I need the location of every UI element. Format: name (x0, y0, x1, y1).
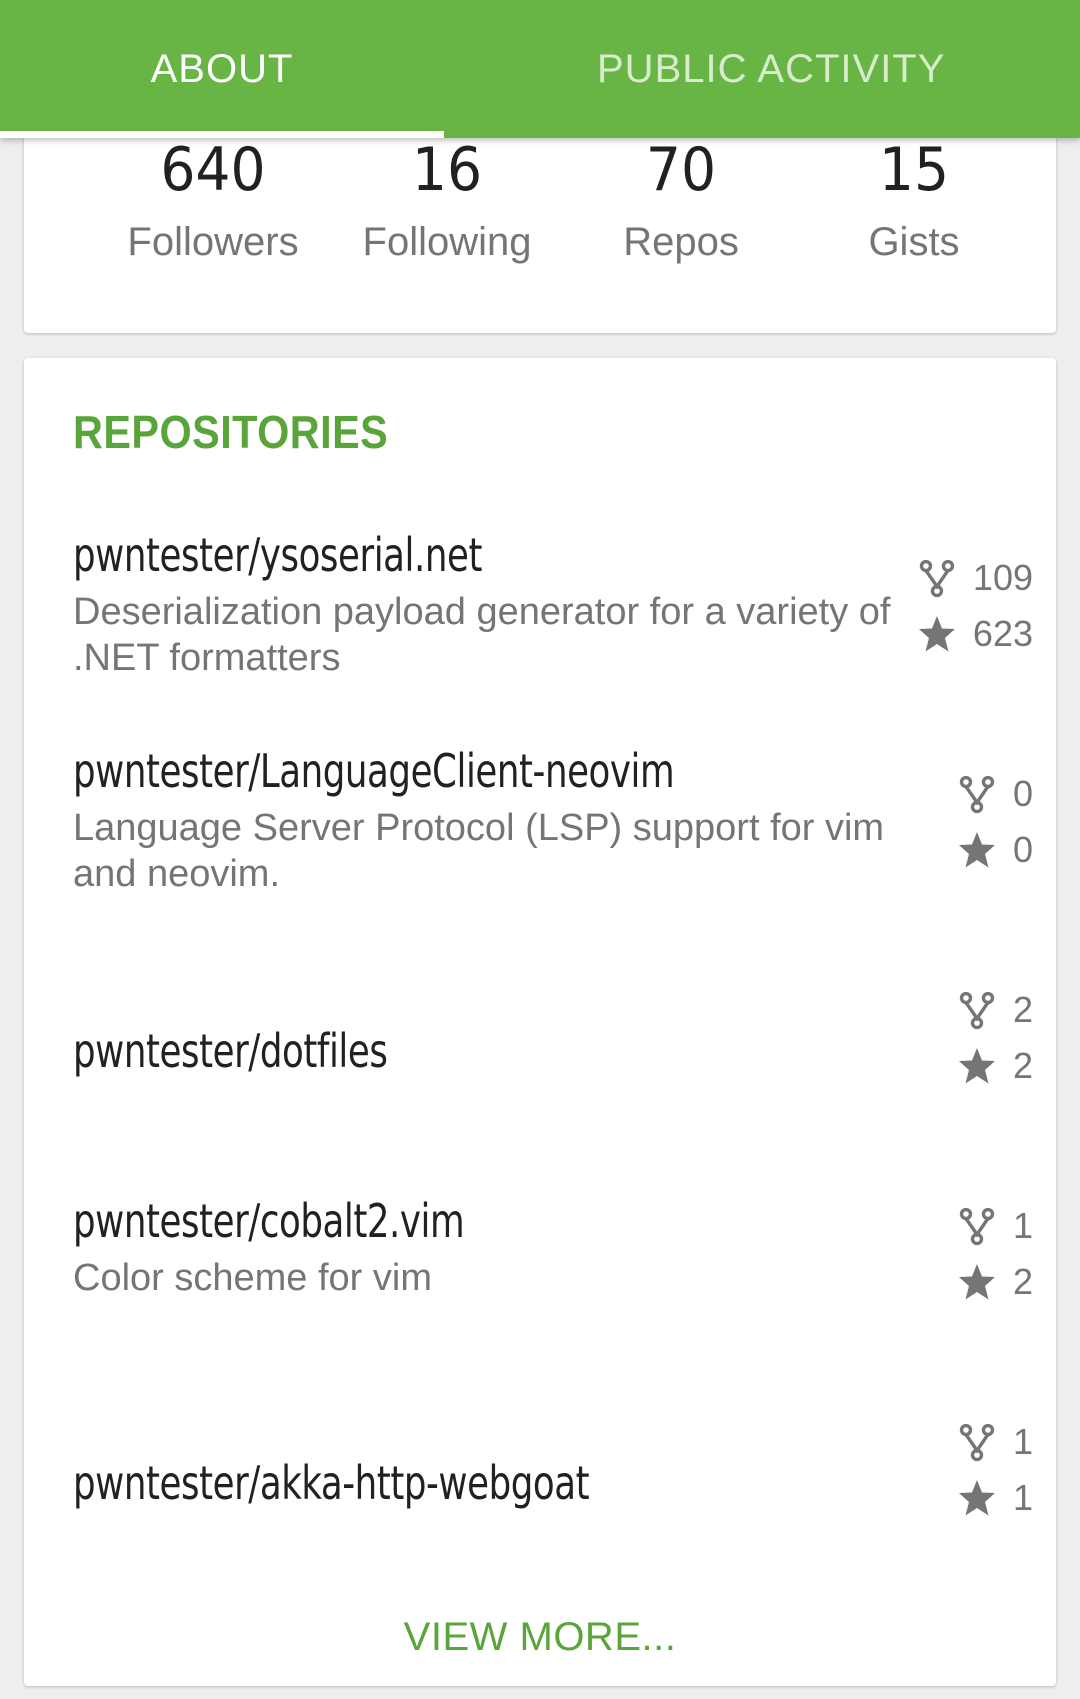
repositories-title: REPOSITORIES (73, 406, 389, 458)
fork-icon (959, 991, 995, 1030)
tab-about[interactable]: ABOUT (0, 0, 444, 138)
tab-bar: ABOUT PUBLIC ACTIVITY (0, 0, 1080, 138)
repo-stars-count: 0 (1012, 829, 1033, 870)
repo-stats: 1 1 (957, 1414, 1033, 1526)
repo-forks: 1 (957, 1198, 1033, 1254)
repo-description: Language Server Protocol (LSP) support f… (73, 806, 885, 895)
repo-description: Deserialization payload generator for a … (73, 590, 891, 679)
repo-forks-count: 0 (1012, 773, 1033, 814)
tab-public-activity-label: PUBLIC ACTIVITY (597, 46, 946, 91)
tab-active-indicator (0, 131, 444, 138)
repo-stars-count: 623 (972, 613, 1033, 654)
repo-name: pwntester/akka-http-webgoat (73, 1456, 590, 1510)
stat-following[interactable]: 16 Following (327, 140, 567, 262)
stat-gists-value: 15 (878, 135, 950, 205)
repo-forks: 1 (957, 1414, 1033, 1470)
repo-item[interactable]: pwntester/dotfiles 2 2 (73, 962, 1033, 1162)
repo-item[interactable]: pwntester/ysoserial.net Deserialization … (73, 530, 1033, 681)
repo-stars: 623 (917, 606, 1033, 662)
repo-item[interactable]: pwntester/LanguageClient-neovim Language… (73, 746, 1033, 897)
stat-repos-label: Repos (623, 220, 739, 264)
fork-icon (959, 1207, 995, 1246)
repo-stars: 2 (957, 1038, 1033, 1094)
star-icon (958, 832, 995, 868)
repo-stats: 109 623 (917, 550, 1033, 662)
fork-icon (959, 775, 995, 814)
repo-forks-count: 109 (972, 557, 1033, 598)
star-icon (918, 616, 955, 652)
repo-forks: 2 (957, 982, 1033, 1038)
fork-icon (959, 1423, 995, 1462)
repo-name: pwntester/dotfiles (73, 1024, 388, 1078)
repo-name: pwntester/ysoserial.net (73, 528, 482, 582)
stat-followers-value: 640 (160, 135, 266, 205)
repo-forks-count: 1 (1012, 1205, 1033, 1246)
stat-followers[interactable]: 640 Followers (93, 140, 333, 262)
repo-stars: 1 (957, 1470, 1033, 1526)
repo-forks: 0 (957, 766, 1033, 822)
repo-stars-count: 2 (1012, 1261, 1033, 1302)
stat-gists-label: Gists (868, 220, 960, 264)
repo-stars: 0 (957, 822, 1033, 878)
repo-stats: 2 2 (957, 982, 1033, 1094)
repo-stars-count: 1 (1012, 1477, 1033, 1518)
stat-following-label: Following (362, 220, 532, 264)
repositories-card: REPOSITORIES pwntester/ysoserial.net Des… (24, 358, 1056, 1686)
tab-public-activity[interactable]: PUBLIC ACTIVITY (444, 0, 1080, 138)
star-icon (958, 1048, 995, 1084)
repo-stats: 1 2 (957, 1198, 1033, 1310)
repo-text: pwntester/cobalt2.vim Color scheme for v… (73, 1196, 913, 1301)
star-icon (958, 1480, 995, 1516)
repo-item[interactable]: pwntester/cobalt2.vim Color scheme for v… (73, 1178, 1033, 1378)
repo-stars: 2 (957, 1254, 1033, 1310)
repo-name: pwntester/cobalt2.vim (73, 1194, 465, 1248)
star-icon (958, 1264, 995, 1300)
view-more-button[interactable]: VIEW MORE... (24, 1615, 1056, 1660)
stat-repos[interactable]: 70 Repos (561, 140, 801, 262)
repo-name: pwntester/LanguageClient-neovim (73, 744, 675, 798)
repo-stars-count: 2 (1012, 1045, 1033, 1086)
repo-forks: 109 (917, 550, 1033, 606)
repo-stats: 0 0 (957, 766, 1033, 878)
repo-forks-count: 2 (1012, 989, 1033, 1030)
repo-item[interactable]: pwntester/akka-http-webgoat 1 1 (73, 1394, 1033, 1594)
stat-gists[interactable]: 15 Gists (794, 140, 1034, 262)
fork-icon (919, 559, 955, 598)
stat-followers-label: Followers (127, 220, 299, 264)
tab-about-label: ABOUT (150, 46, 294, 91)
stat-following-value: 16 (411, 135, 483, 205)
repo-description: Color scheme for vim (73, 1256, 432, 1299)
repo-forks-count: 1 (1012, 1421, 1033, 1462)
stat-repos-value: 70 (645, 135, 717, 205)
